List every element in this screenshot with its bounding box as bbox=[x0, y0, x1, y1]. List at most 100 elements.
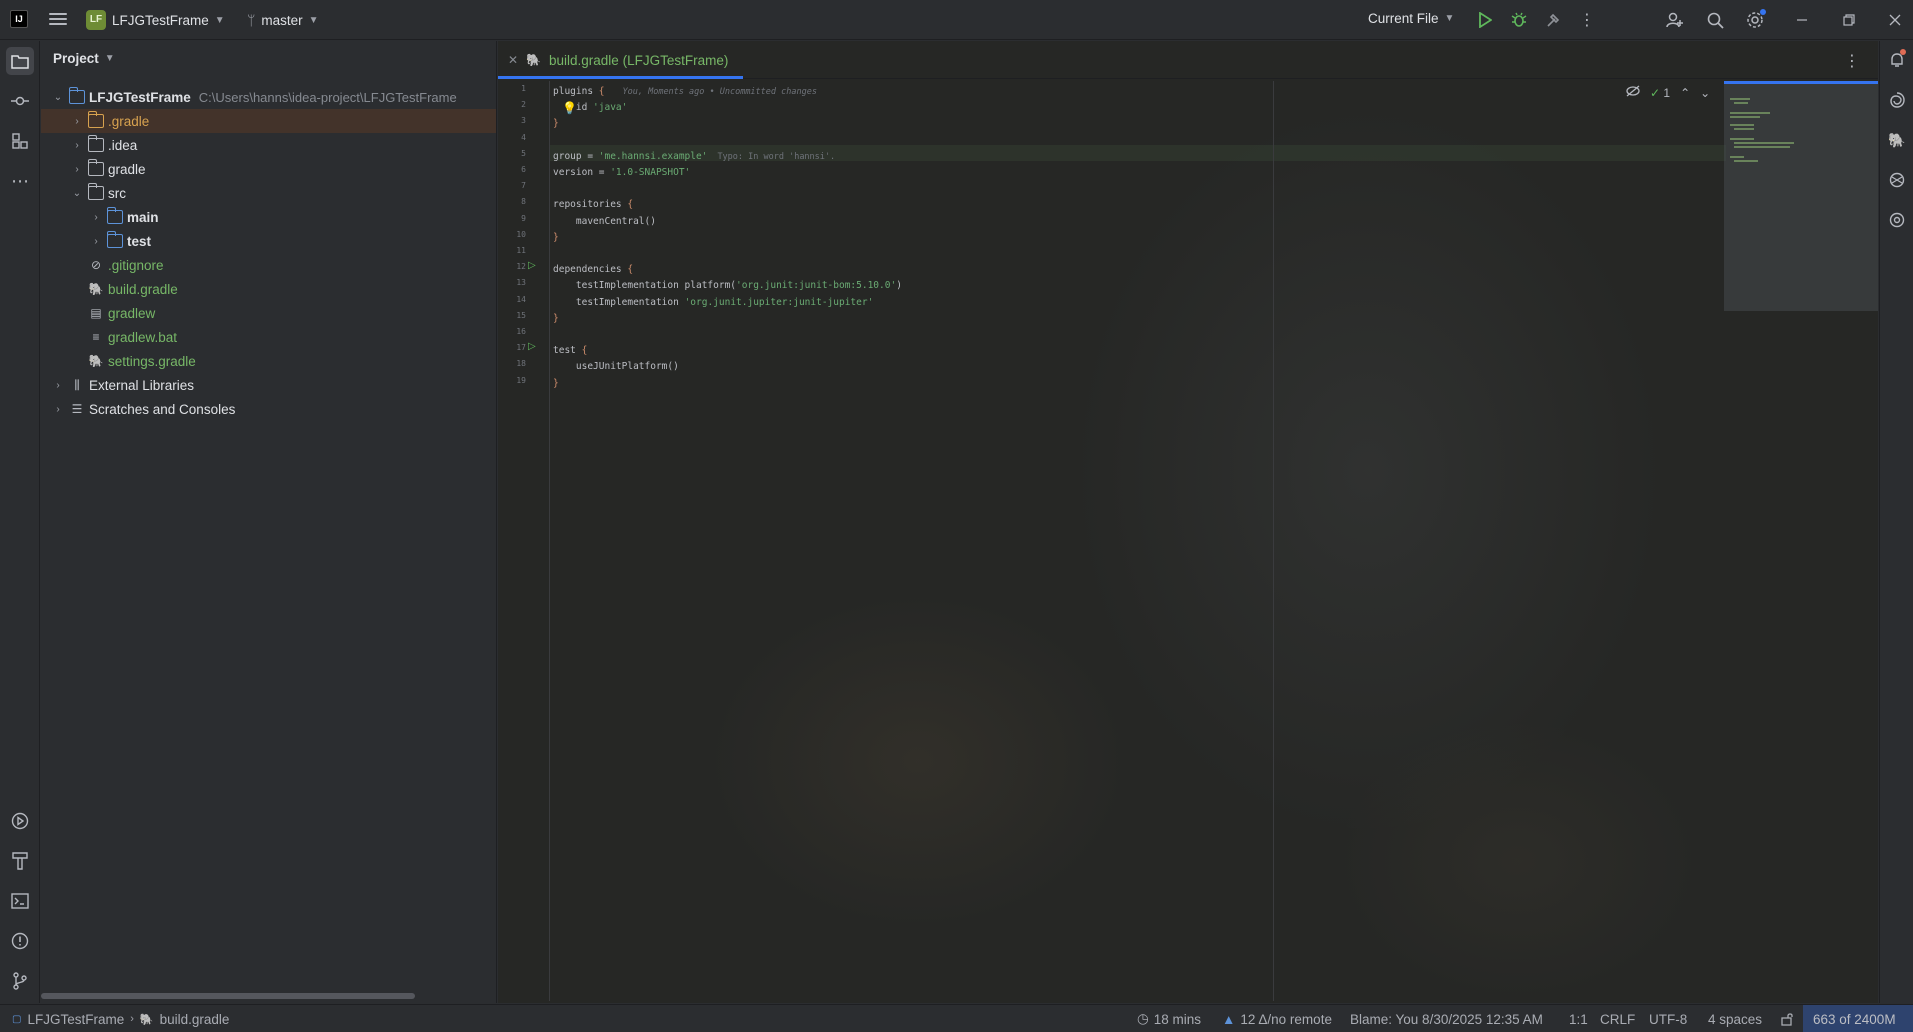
chevron-down-icon[interactable]: ⌄ bbox=[51, 92, 65, 103]
database-tool-icon[interactable] bbox=[1886, 209, 1908, 231]
more-tool-windows-icon[interactable]: ⋯ bbox=[6, 167, 34, 195]
line-separator-widget[interactable]: CRLF bbox=[1600, 1005, 1635, 1032]
plugin-tool-icon[interactable] bbox=[1886, 169, 1908, 191]
tree-item[interactable]: › ☰ Scratches and Consoles bbox=[41, 397, 496, 421]
tree-item[interactable]: ⌄ src bbox=[41, 181, 496, 205]
memory-indicator[interactable]: 663 of 2400M bbox=[1803, 1005, 1913, 1032]
time-tracking-widget[interactable]: ◷ 18 mins bbox=[1137, 1005, 1201, 1032]
code-line[interactable]: } bbox=[553, 116, 559, 132]
gradle-tool-icon[interactable]: 🐘 bbox=[1886, 129, 1908, 151]
chevron-right-icon: › bbox=[130, 1013, 134, 1025]
tree-item[interactable]: › test bbox=[41, 229, 496, 253]
intention-bulb-icon[interactable]: 💡 bbox=[562, 101, 577, 115]
breadcrumb-project[interactable]: LFJGTestFrame bbox=[27, 1012, 124, 1027]
code-line[interactable]: testImplementation 'org.junit.jupiter:ju… bbox=[553, 295, 873, 311]
code-line[interactable]: plugins {You, Moments ago • Uncommitted … bbox=[553, 84, 817, 100]
code-line[interactable]: repositories { bbox=[553, 197, 633, 213]
ai-assistant-icon[interactable] bbox=[1886, 89, 1908, 111]
search-icon[interactable] bbox=[1704, 9, 1726, 31]
close-icon[interactable]: ✕ bbox=[508, 53, 518, 67]
close-window-icon[interactable] bbox=[1884, 9, 1906, 31]
build-hammer-icon[interactable] bbox=[1542, 9, 1564, 31]
read-only-lock-icon[interactable] bbox=[1780, 1005, 1794, 1032]
tree-item[interactable]: › gradle bbox=[41, 157, 496, 181]
code-line[interactable]: } bbox=[553, 376, 559, 392]
terminal-tool-icon[interactable] bbox=[6, 887, 34, 915]
tree-item[interactable]: ›🐘settings.gradle bbox=[41, 349, 496, 373]
caret-position[interactable]: 1:1 bbox=[1569, 1005, 1588, 1032]
settings-gear-icon[interactable] bbox=[1744, 9, 1766, 31]
chevron-right-icon[interactable]: › bbox=[70, 164, 84, 175]
structure-tool-icon[interactable] bbox=[6, 127, 34, 155]
chevron-down-icon[interactable]: ⌄ bbox=[70, 188, 84, 199]
reader-mode-icon[interactable] bbox=[1626, 85, 1640, 100]
tree-item[interactable]: › main bbox=[41, 205, 496, 229]
project-switcher[interactable]: LF LFJGTestFrame ▼ bbox=[86, 9, 225, 31]
chevron-right-icon[interactable]: › bbox=[89, 236, 103, 247]
run-config-selector[interactable]: Current File ▼ bbox=[1368, 11, 1454, 26]
services-tool-icon[interactable] bbox=[6, 807, 34, 835]
tree-item[interactable]: › .gradle bbox=[41, 109, 496, 133]
commit-tool-icon[interactable] bbox=[6, 87, 34, 115]
inspection-count[interactable]: ✓ 1 bbox=[1650, 86, 1670, 100]
tree-item[interactable]: ⌄ LFJGTestFrame C:\Users\hanns\idea-projec… bbox=[41, 85, 496, 109]
gutter-run-icon[interactable]: ▷ bbox=[528, 260, 536, 271]
indent-widget[interactable]: 4 spaces bbox=[1708, 1005, 1762, 1032]
tree-item[interactable]: ›≡gradlew.bat bbox=[41, 325, 496, 349]
code-minimap[interactable] bbox=[1724, 81, 1878, 311]
tab-label: build.gradle (LFJGTestFrame) bbox=[549, 52, 729, 68]
code-line[interactable]: useJUnitPlatform() bbox=[553, 359, 679, 375]
chevron-right-icon[interactable]: › bbox=[89, 212, 103, 223]
more-actions-icon[interactable]: ⋮ bbox=[1576, 9, 1598, 31]
breadcrumb-file[interactable]: build.gradle bbox=[160, 1012, 230, 1027]
encoding-widget[interactable]: UTF-8 bbox=[1649, 1005, 1687, 1032]
code-line[interactable]: } bbox=[553, 230, 559, 246]
debug-icon[interactable] bbox=[1508, 9, 1530, 31]
intellij-idea-icon[interactable]: IJ bbox=[10, 10, 28, 28]
branch-switcher[interactable]: ᛘ master ▼ bbox=[247, 9, 319, 31]
minimap-line bbox=[1730, 116, 1760, 118]
inspection-widget[interactable]: ✓ 1 ⌃ ⌄ bbox=[1626, 85, 1710, 100]
chevron-right-icon[interactable]: › bbox=[51, 380, 65, 391]
code-line[interactable]: test { bbox=[553, 343, 587, 359]
tree-item[interactable]: ›⊘.gitignore bbox=[41, 253, 496, 277]
code-line[interactable]: mavenCentral() bbox=[553, 214, 656, 230]
restore-window-icon[interactable] bbox=[1838, 9, 1860, 31]
run-icon[interactable] bbox=[1474, 9, 1496, 31]
gutter-run-icon[interactable]: ▷ bbox=[528, 341, 536, 352]
next-highlight-icon[interactable]: ⌄ bbox=[1700, 86, 1710, 100]
code-line[interactable]: group = 'me.hannsi.example' Typo: In word… bbox=[553, 149, 835, 165]
horizontal-scrollbar[interactable] bbox=[41, 993, 415, 999]
chevron-right-icon[interactable]: › bbox=[70, 140, 84, 151]
notifications-bell-icon[interactable] bbox=[1886, 49, 1908, 71]
tree-item-label: gradlew.bat bbox=[108, 329, 178, 345]
library-icon: ⫼ bbox=[74, 378, 80, 392]
code-line[interactable]: version = '1.0-SNAPSHOT' bbox=[553, 165, 690, 181]
build-tool-icon[interactable] bbox=[6, 847, 34, 875]
editor-tab-build-gradle[interactable]: ✕ 🐘 build.gradle (LFJGTestFrame) bbox=[508, 41, 728, 79]
notification-dot-icon bbox=[1900, 49, 1906, 55]
project-view-selector[interactable]: Project ▼ bbox=[53, 51, 115, 66]
blame-inlay-hint[interactable]: You, Moments ago • Uncommitted changes bbox=[623, 87, 817, 97]
project-tool-icon[interactable] bbox=[6, 47, 34, 75]
previous-highlight-icon[interactable]: ⌃ bbox=[1680, 86, 1690, 100]
line-number-gutter[interactable]: 1 2 3 4 5 6 7 8 9 10 11 12 ▷ 13 14 15 16 17 ▷ 18 19 bbox=[498, 81, 550, 1001]
add-user-icon[interactable] bbox=[1664, 9, 1686, 31]
code-line[interactable]: } bbox=[553, 311, 559, 327]
tree-item[interactable]: ›🐘build.gradle bbox=[41, 277, 496, 301]
line-separator-value: CRLF bbox=[1600, 1011, 1636, 1027]
chevron-right-icon[interactable]: › bbox=[70, 116, 84, 127]
chevron-right-icon[interactable]: › bbox=[51, 404, 65, 415]
git-tool-icon[interactable] bbox=[6, 967, 34, 995]
tree-item[interactable]: ›▤gradlew bbox=[41, 301, 496, 325]
problems-tool-icon[interactable] bbox=[6, 927, 34, 955]
tree-item[interactable]: › .idea bbox=[41, 133, 496, 157]
blame-widget[interactable]: Blame: You 8/30/2025 12:35 AM bbox=[1350, 1005, 1543, 1032]
minimize-window-icon[interactable] bbox=[1791, 9, 1813, 31]
tree-item[interactable]: › ⫼ External Libraries bbox=[41, 373, 496, 397]
code-line[interactable]: dependencies { bbox=[553, 262, 633, 278]
code-line[interactable]: testImplementation platform('org.junit:j… bbox=[553, 278, 902, 294]
tab-options-icon[interactable]: ⋮ bbox=[1844, 51, 1860, 71]
main-menu-icon[interactable] bbox=[48, 10, 68, 30]
vcs-status-widget[interactable]: ▲ 12 Δ/no remote bbox=[1222, 1005, 1332, 1032]
